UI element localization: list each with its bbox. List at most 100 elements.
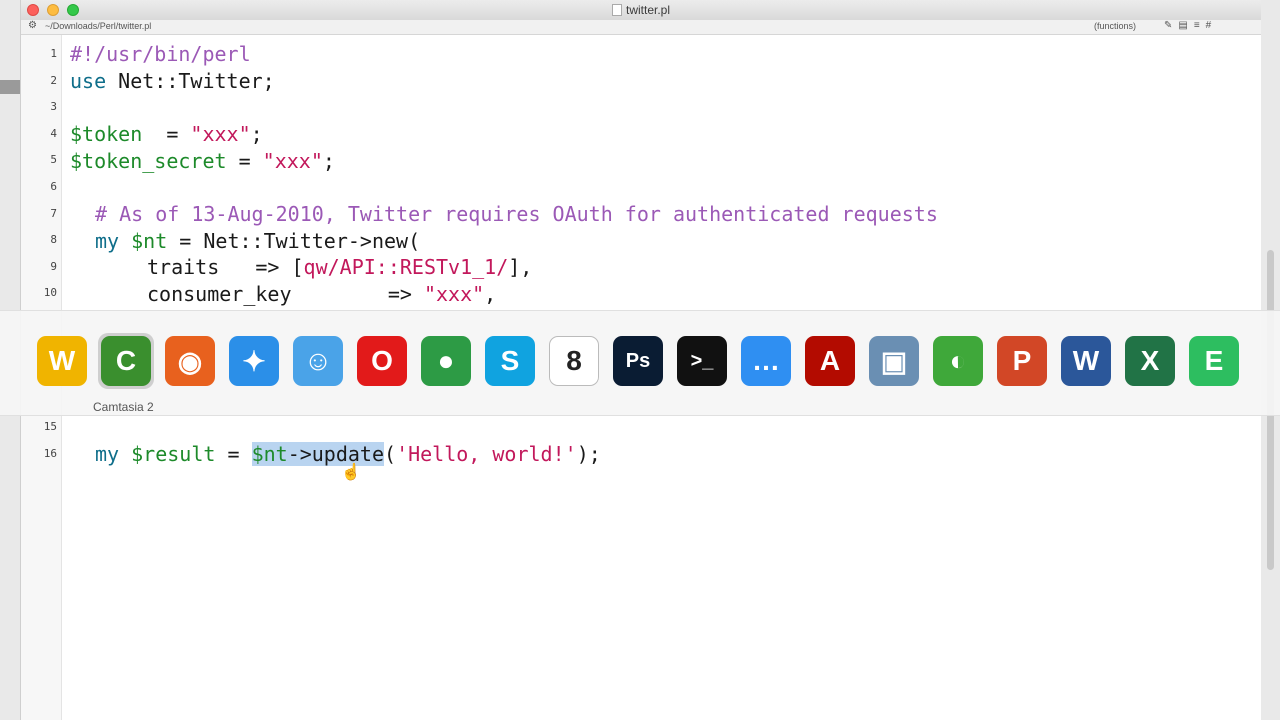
variable: $result — [131, 442, 216, 466]
code-text: ; — [322, 149, 335, 173]
keyword: my — [95, 229, 120, 253]
code-text: = Net::Twitter->new( — [167, 229, 421, 253]
opera-icon[interactable]: O — [354, 333, 410, 389]
line-number: 1 — [50, 47, 57, 60]
variable: $token_secret — [70, 149, 227, 173]
code-text: ; — [250, 122, 263, 146]
background-window-edge — [0, 80, 20, 94]
file-path-popup[interactable]: ~/Downloads/Perl/twitter.pl — [45, 21, 151, 31]
terminal-icon[interactable]: >_ — [674, 333, 730, 389]
ietf-app-icon[interactable]: W — [34, 333, 90, 389]
document-icon — [611, 4, 622, 16]
code-line-7[interactable]: # As of 13-Aug-2010, Twitter requires OA… — [95, 204, 938, 224]
toolbar-icons[interactable]: ✎▤≡# — [1164, 20, 1217, 31]
dock-hover-label: Camtasia 2 — [93, 400, 154, 414]
powerpoint-icon[interactable]: P — [994, 333, 1050, 389]
firefox-icon[interactable]: ◉ — [162, 333, 218, 389]
powerpoint-icon-glyph: P — [997, 336, 1047, 386]
window-title: twitter.pl — [21, 3, 1261, 17]
camtasia-icon-glyph: C — [101, 336, 151, 386]
code-line-16[interactable]: my $result = $nt->update('Hello, world!'… — [95, 442, 601, 466]
string-literal: 'Hello, world!' — [396, 442, 577, 466]
text-selection[interactable]: $nt->update — [251, 442, 385, 466]
code-text: ( — [384, 442, 397, 466]
string-literal: "xxx" — [423, 282, 485, 306]
code-line-2[interactable]: use Net::Twitter; — [70, 71, 275, 91]
string-literal: qw/API::RESTv1_1/ — [303, 255, 509, 279]
string-literal: "xxx" — [262, 149, 323, 173]
keyword: my — [95, 442, 120, 466]
terminal-icon-glyph: >_ — [677, 336, 727, 386]
line-number: 3 — [50, 100, 57, 113]
variable: $token — [70, 122, 143, 146]
code-text: ->update — [287, 442, 385, 466]
line-number: 10 — [43, 286, 57, 299]
line-number: 2 — [50, 74, 57, 87]
firefox-icon-glyph: ◉ — [165, 336, 215, 386]
calendar-icon[interactable]: 8 — [546, 333, 602, 389]
line-number: 6 — [50, 180, 57, 193]
word-icon-glyph: W — [1061, 336, 1111, 386]
pointer-cursor-icon: ☝ — [341, 464, 361, 481]
acrobat-icon-glyph: A — [805, 336, 855, 386]
window-title-text: twitter.pl — [625, 3, 670, 17]
line-number: 15 — [43, 420, 57, 433]
shebang: #!/usr/bin/perl — [70, 42, 251, 66]
line-number: 9 — [50, 260, 57, 273]
photoshop-icon-glyph: Ps — [613, 336, 663, 386]
code-text: = — [226, 149, 263, 173]
code-line-1[interactable]: #!/usr/bin/perl — [70, 44, 251, 64]
messages-icon-glyph: … — [741, 336, 791, 386]
safari-icon-glyph: ✦ — [229, 336, 279, 386]
photoshop-icon[interactable]: Ps — [610, 333, 666, 389]
code-text: = — [142, 122, 191, 146]
skype-icon[interactable]: S — [482, 333, 538, 389]
finder-icon[interactable]: ☺ — [290, 333, 346, 389]
excel-icon-glyph: X — [1125, 336, 1175, 386]
messages-icon[interactable]: … — [738, 333, 794, 389]
line-number: 4 — [50, 127, 57, 140]
code-line-9[interactable]: traits => [qw/API::RESTv1_1/], — [147, 257, 532, 277]
code-line-4[interactable]: $token = "xxx"; — [70, 124, 263, 144]
word-icon[interactable]: W — [1058, 333, 1114, 389]
title-bar[interactable]: twitter.pl — [21, 0, 1261, 21]
line-number: 8 — [50, 233, 57, 246]
acrobat-icon[interactable]: A — [802, 333, 858, 389]
ietf-app-icon-glyph: W — [37, 336, 87, 386]
code-text: ], — [508, 255, 533, 279]
camtasia-icon[interactable]: C — [98, 333, 154, 389]
opera-icon-glyph: O — [357, 336, 407, 386]
skype-icon-glyph: S — [485, 336, 535, 386]
chrome-icon[interactable]: ● — [418, 333, 474, 389]
evernote-icon[interactable]: E — [1186, 333, 1242, 389]
code-line-8[interactable]: my $nt = Net::Twitter->new( — [95, 231, 420, 251]
evernote-icon-glyph: E — [1189, 336, 1239, 386]
line-number: 16 — [43, 447, 57, 460]
keyword: use — [70, 69, 107, 93]
dock: W C ◉ ✦ ☺ O ● S 8 Ps >_… A ▣ ◐ P W X E Camtasia 2 — [0, 310, 1280, 416]
adium-icon[interactable]: ◐ — [930, 333, 986, 389]
line-number: 7 — [50, 207, 57, 220]
comment: # As of 13-Aug-2010, Twitter requires OA… — [95, 202, 938, 226]
variable: $nt — [251, 442, 288, 466]
code-text: traits => [ — [147, 255, 304, 279]
code-text: Net::Twitter; — [106, 69, 275, 93]
calendar-icon-glyph: 8 — [549, 336, 599, 386]
code-text: ); — [576, 442, 601, 466]
functions-popup[interactable]: (functions) — [1094, 21, 1136, 31]
preview-icon[interactable]: ▣ — [866, 333, 922, 389]
variable: $nt — [131, 229, 168, 253]
adium-icon-glyph: ◐ — [933, 336, 983, 386]
string-literal: "xxx" — [190, 122, 251, 146]
line-number: 5 — [50, 153, 57, 166]
safari-icon[interactable]: ✦ — [226, 333, 282, 389]
chrome-icon-glyph: ● — [421, 336, 471, 386]
excel-icon[interactable]: X — [1122, 333, 1178, 389]
code-text: consumer_key => — [147, 282, 424, 306]
preview-icon-glyph: ▣ — [869, 336, 919, 386]
navigation-bar: ⚙ ~/Downloads/Perl/twitter.pl (functions… — [21, 20, 1261, 35]
code-line-5[interactable]: $token_secret = "xxx"; — [70, 151, 335, 171]
gear-icon[interactable]: ⚙ — [28, 20, 37, 31]
code-text: , — [484, 282, 497, 306]
code-line-10[interactable]: consumer_key => "xxx", — [147, 284, 496, 304]
